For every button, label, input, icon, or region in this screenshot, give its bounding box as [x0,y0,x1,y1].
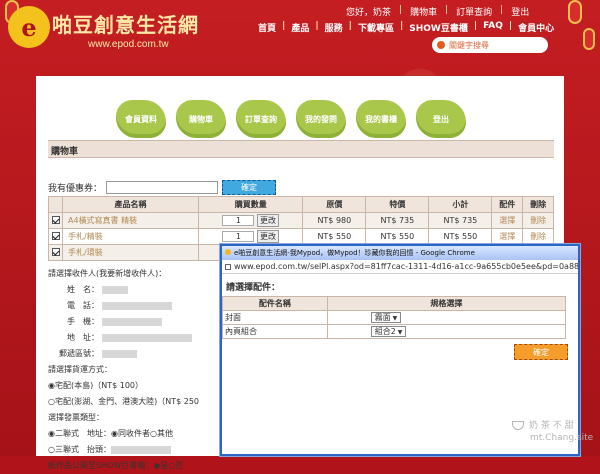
cart-link[interactable]: 購物車 [410,5,437,18]
site-name: 啪豆創意生活網 [52,13,199,37]
invoice-duplicate-row[interactable]: ◉二聯式 地址：◉同收件者○其他 [48,426,199,442]
blurred-value [102,317,162,326]
order-query-link[interactable]: 訂單查詢 [456,5,492,18]
original-price: NT$ 980 [302,212,367,229]
blurred-value [102,285,128,294]
popup-title-bar[interactable]: e啪豆創意生活網-我Mypod，做Mypod！珍藏你我的回憶 - Google … [222,246,578,260]
inner-page-select[interactable]: 組合2 [370,326,407,337]
choose-accessory-link[interactable]: 選擇 [491,228,524,245]
receiver-intro[interactable]: 請選擇收件人(我要新增收件人)： [48,266,199,282]
top-account-links: 您好，奶茶 | 購物車 | 訂單查詢 | 登出 [346,5,530,18]
blurred-value [102,349,137,358]
publish-option-row[interactable]: 紙作品公開至SHOW豆書櫃：◉是○否 [48,458,199,474]
tea-cup-icon [512,421,524,430]
invoice-title: 選擇發票類型： [48,413,104,422]
column-delete: 刪除 [522,196,554,213]
site-url: www.epod.com.tw [88,39,169,50]
accessory-name-column: 配件名稱 [222,296,328,311]
item-checkbox[interactable] [51,231,60,240]
brand-logo-icon[interactable]: e [8,6,50,48]
search-placeholder: 關鍵字搜尋 [449,40,489,50]
member-profile-button[interactable]: 會員資料 [116,100,166,138]
nav-products[interactable]: 產品 [291,21,309,34]
delete-item-link[interactable]: 刪除 [522,212,554,229]
receiver-name-label: 姓 名： [67,285,99,294]
table-row: A4橫式寫真書 精裝 1 更改 NT$ 980 NT$ 735 NT$ 735 … [48,212,554,229]
shipping-option-home[interactable]: ◉宅配(本島)（NT$ 100） [48,378,199,394]
coupon-input[interactable] [106,181,219,194]
my-questions-button[interactable]: 我的發問 [296,100,346,138]
coupon-confirm-button[interactable]: 確定 [222,180,277,195]
cart-table-header: 產品名稱 購買數量 原價 特價 小計 配件 刪除 [48,196,554,213]
column-quantity: 購買數量 [198,196,304,213]
receiver-address-label: 地 址： [67,333,99,342]
original-price: NT$ 550 [302,228,367,245]
nav-services[interactable]: 服務 [325,21,343,34]
product-name[interactable]: 手札/精裝 [61,228,200,245]
quantity-update-button[interactable]: 更改 [256,214,279,227]
greeting: 您好，奶茶 [346,8,392,18]
column-product-name: 產品名稱 [61,196,200,213]
postal-code-label: 郵遞區號： [59,349,99,358]
accessory-name: 內頁組合 [222,324,328,339]
delete-item-link[interactable]: 刪除 [522,228,554,245]
nav-member-center[interactable]: 會員中心 [518,21,554,34]
spec-select-column: 規格選擇 [326,296,567,311]
accessory-name: 封面 [222,310,328,325]
popup-address-bar[interactable]: www.epod.com.tw/selPl.aspx?od=81ff7cac-1… [222,260,578,274]
sale-price: NT$ 550 [365,228,430,245]
shopping-cart-button[interactable]: 購物車 [176,100,226,138]
nav-downloads[interactable]: 下載專區 [358,21,394,34]
receiver-form: 請選擇收件人(我要新增收件人)： 姓 名： 電 話： 手 機： 地 址： 郵遞區… [48,266,199,474]
popup-heading: 請選擇配件： [226,283,281,293]
nav-home[interactable]: 首頁 [258,21,276,34]
lantern-decoration [583,28,595,50]
table-row: 手札/精裝 1 更改 NT$ 550 NT$ 550 NT$ 550 選擇 刪除 [48,228,554,245]
sale-price: NT$ 735 [365,212,430,229]
blurred-value [110,445,171,454]
search-icon [437,41,445,49]
receiver-phone-label: 電 話： [67,301,99,310]
item-checkbox[interactable] [51,215,60,224]
coupon-label: 我有優惠券： [48,184,103,194]
member-menu: 會員資料 購物車 訂單查詢 我的發問 我的書櫃 登出 [116,100,466,138]
order-query-button[interactable]: 訂單查詢 [236,100,286,138]
cart-section-title: 購物車 [48,140,554,158]
item-checkbox[interactable] [51,247,60,256]
cover-select[interactable]: 霧面 [370,312,402,323]
column-accessory: 配件 [491,196,524,213]
quantity-update-button[interactable]: 更改 [256,230,279,243]
nav-faq[interactable]: FAQ [483,21,503,34]
product-name[interactable]: 手札/環裝 [61,244,200,261]
shipping-option-islands[interactable]: ○宅配(澎湖、金門、港澳大陸)（NT$ 250 [48,394,199,410]
logout-link[interactable]: 登出 [511,5,529,18]
blog-watermark: 奶 茶 不 甜 mt.Chang.site [512,420,598,454]
subtotal: NT$ 735 [428,212,493,229]
product-name[interactable]: A4橫式寫真書 精裝 [61,212,200,229]
choose-accessory-link[interactable]: 選擇 [491,212,524,229]
coupon-row: 我有優惠券： 確定 [48,180,277,195]
nav-show-bookshelf[interactable]: SHOW豆書櫃 [409,21,468,34]
main-navigation: 首頁 | 產品 | 服務 | 下載專區 | SHOW豆書櫃 | FAQ | 會員中心 [258,21,555,34]
my-bookshelf-button[interactable]: 我的書櫃 [356,100,406,138]
shipping-title: 請選擇貨運方式： [48,365,112,374]
lantern-decoration [568,0,582,24]
blurred-value [102,333,192,342]
popup-confirm-button[interactable]: 確定 [514,344,568,360]
subtotal: NT$ 550 [428,228,493,245]
quantity-input[interactable]: 1 [222,215,255,226]
page-icon [225,264,231,270]
table-row: 內頁組合 組合2 [222,324,567,339]
member-logout-button[interactable]: 登出 [416,100,466,138]
site-search-input[interactable]: 關鍵字搜尋 [432,37,548,53]
column-original-price: 原價 [302,196,367,213]
column-subtotal: 小計 [428,196,493,213]
chrome-window-icon [225,249,231,255]
quantity-input[interactable]: 1 [222,231,255,242]
receiver-mobile-label: 手 機： [67,317,99,326]
blurred-value [102,301,172,310]
column-sale-price: 特價 [365,196,430,213]
accessory-table: 配件名稱規格選擇 封面 霧面 內頁組合 組合2 [222,296,567,339]
table-row: 封面 霧面 [222,310,567,325]
